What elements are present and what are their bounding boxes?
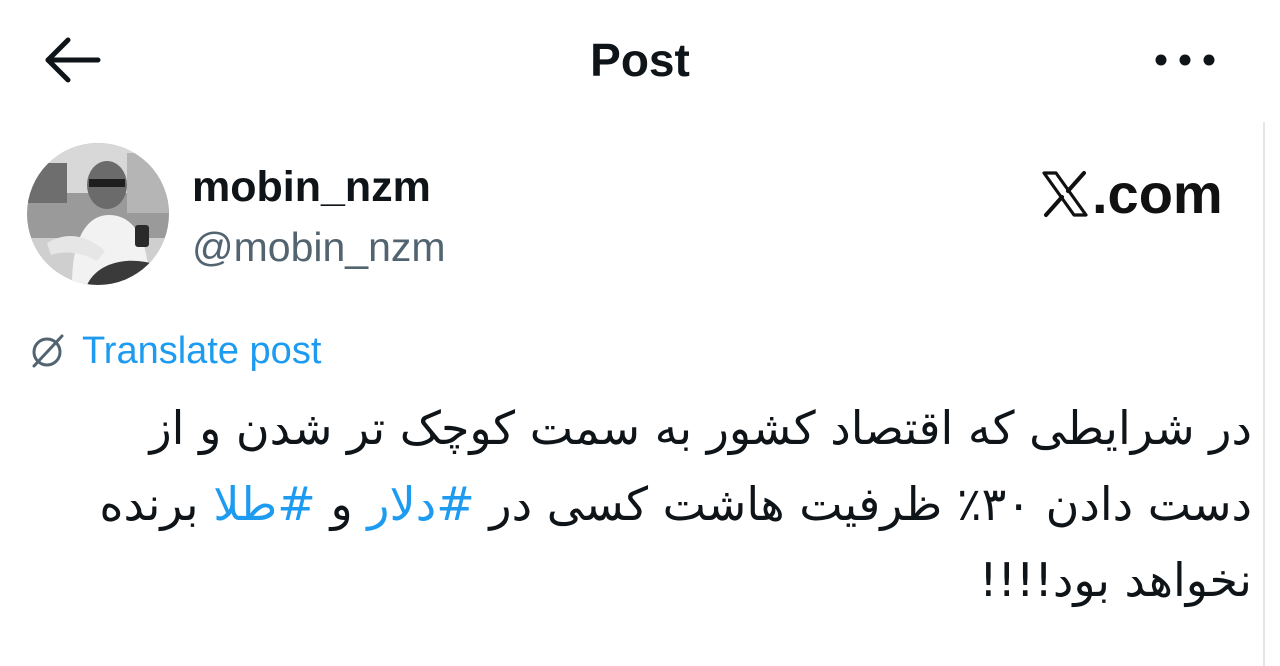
translate-globe-icon <box>28 331 68 371</box>
post-text-segment: دست دادن ۳۰٪ ظرفیت هاشت کسی در <box>474 477 1252 531</box>
post-text-segment: برنده <box>99 477 214 531</box>
post-text-line: در شرایطی که اقتصاد کشور به سمت کوچک تر … <box>149 401 1252 455</box>
site-watermark: .com <box>1040 162 1223 226</box>
author-handle[interactable]: @mobin_nzm <box>192 220 446 274</box>
back-button[interactable] <box>36 28 108 92</box>
post-detail-screen: Post mobin_nzm @mobin_nzm .com Translate… <box>0 0 1280 666</box>
watermark-text: .com <box>1092 162 1223 225</box>
avatar[interactable] <box>27 143 169 285</box>
post-text: در شرایطی که اقتصاد کشور به سمت کوچک تر … <box>40 390 1252 618</box>
post-text-line: دست دادن ۳۰٪ ظرفیت هاشت کسی در #دلار و #… <box>40 466 1252 542</box>
translate-post-link[interactable]: Translate post <box>28 326 321 376</box>
hashtag-gold-link[interactable]: #طلا <box>213 477 316 531</box>
more-options-button[interactable] <box>1146 36 1224 84</box>
ellipsis-icon <box>1146 36 1224 84</box>
page-title: Post <box>590 34 690 86</box>
hashtag-dollar-link[interactable]: #دلار <box>367 477 474 531</box>
author-display-name[interactable]: mobin_nzm <box>192 160 431 214</box>
column-divider <box>1263 122 1265 666</box>
post-text-segment: و <box>315 477 368 531</box>
post-text-line: نخواهد بود!!!! <box>979 553 1252 607</box>
x-logo-icon <box>1040 169 1090 219</box>
translate-post-label: Translate post <box>82 330 322 372</box>
arrow-left-icon <box>36 28 108 92</box>
